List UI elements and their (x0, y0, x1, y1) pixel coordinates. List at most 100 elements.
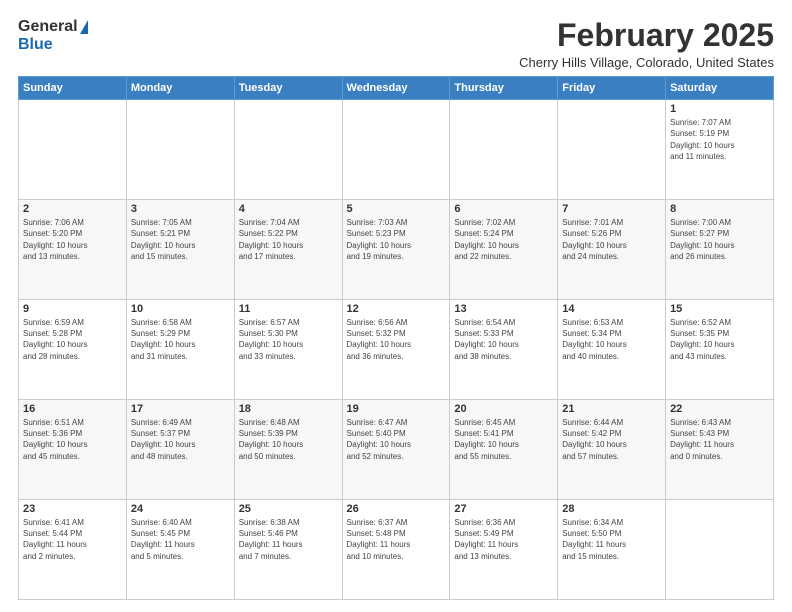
calendar-cell: 14 Sunrise: 6:53 AM Sunset: 5:34 PM Dayli… (558, 300, 666, 400)
day-info: Sunrise: 6:44 AM Sunset: 5:42 PM Dayligh… (562, 417, 661, 462)
day-number: 13 (454, 303, 553, 315)
day-info: Sunrise: 6:37 AM Sunset: 5:48 PM Dayligh… (347, 517, 446, 562)
calendar-cell: 12 Sunrise: 6:56 AM Sunset: 5:32 PM Dayli… (342, 300, 450, 400)
logo-general-text: General (18, 18, 78, 36)
day-number: 21 (562, 403, 661, 415)
day-number: 7 (562, 203, 661, 215)
calendar-cell: 24Sunrise: 6:40 AM Sunset: 5:45 PM Dayli… (126, 500, 234, 600)
day-info: Sunrise: 7:01 AM Sunset: 5:26 PM Dayligh… (562, 217, 661, 262)
day-info: Sunrise: 6:45 AM Sunset: 5:41 PM Dayligh… (454, 417, 553, 462)
calendar-cell: 4 Sunrise: 7:04 AM Sunset: 5:22 PM Daylig… (234, 200, 342, 300)
day-info: Sunrise: 7:06 AM Sunset: 5:20 PM Dayligh… (23, 217, 122, 262)
calendar-week-row: 23Sunrise: 6:41 AM Sunset: 5:44 PM Dayli… (19, 500, 774, 600)
calendar-week-row: 9 Sunrise: 6:59 AM Sunset: 5:28 PM Daylig… (19, 300, 774, 400)
day-info: Sunrise: 7:04 AM Sunset: 5:22 PM Dayligh… (239, 217, 338, 262)
weekday-header-monday: Monday (126, 77, 234, 100)
calendar-cell: 28 Sunrise: 6:34 AM Sunset: 5:50 PM Dayli… (558, 500, 666, 600)
calendar-cell: 3Sunrise: 7:05 AM Sunset: 5:21 PM Daylig… (126, 200, 234, 300)
day-number: 18 (239, 403, 338, 415)
calendar-cell: 6 Sunrise: 7:02 AM Sunset: 5:24 PM Daylig… (450, 200, 558, 300)
calendar-cell: 18Sunrise: 6:48 AM Sunset: 5:39 PM Dayli… (234, 400, 342, 500)
weekday-header-wednesday: Wednesday (342, 77, 450, 100)
header: General Blue February 2025 Cherry Hills … (18, 18, 774, 70)
page: General Blue February 2025 Cherry Hills … (0, 0, 792, 612)
calendar-cell: 26Sunrise: 6:37 AM Sunset: 5:48 PM Dayli… (342, 500, 450, 600)
day-number: 12 (347, 303, 446, 315)
day-info: Sunrise: 6:36 AM Sunset: 5:49 PM Dayligh… (454, 517, 553, 562)
day-number: 11 (239, 303, 338, 315)
day-info: Sunrise: 6:49 AM Sunset: 5:37 PM Dayligh… (131, 417, 230, 462)
logo-blue-text: Blue (18, 36, 53, 54)
calendar-cell: 15 Sunrise: 6:52 AM Sunset: 5:35 PM Dayli… (666, 300, 774, 400)
day-info: Sunrise: 6:51 AM Sunset: 5:36 PM Dayligh… (23, 417, 122, 462)
day-number: 8 (670, 203, 769, 215)
day-number: 16 (23, 403, 122, 415)
day-number: 17 (131, 403, 230, 415)
day-info: Sunrise: 6:56 AM Sunset: 5:32 PM Dayligh… (347, 317, 446, 362)
weekday-header-saturday: Saturday (666, 77, 774, 100)
calendar-cell: 21 Sunrise: 6:44 AM Sunset: 5:42 PM Dayli… (558, 400, 666, 500)
calendar-week-row: 16 Sunrise: 6:51 AM Sunset: 5:36 PM Dayli… (19, 400, 774, 500)
day-number: 14 (562, 303, 661, 315)
day-number: 5 (347, 203, 446, 215)
weekday-header-friday: Friday (558, 77, 666, 100)
weekday-header-sunday: Sunday (19, 77, 127, 100)
day-info: Sunrise: 6:59 AM Sunset: 5:28 PM Dayligh… (23, 317, 122, 362)
calendar-table: SundayMondayTuesdayWednesdayThursdayFrid… (18, 76, 774, 600)
day-number: 25 (239, 503, 338, 515)
calendar-cell: 8 Sunrise: 7:00 AM Sunset: 5:27 PM Daylig… (666, 200, 774, 300)
calendar-cell: 7 Sunrise: 7:01 AM Sunset: 5:26 PM Daylig… (558, 200, 666, 300)
calendar-cell: 9 Sunrise: 6:59 AM Sunset: 5:28 PM Daylig… (19, 300, 127, 400)
day-number: 6 (454, 203, 553, 215)
calendar-cell: 10 Sunrise: 6:58 AM Sunset: 5:29 PM Dayli… (126, 300, 234, 400)
calendar-cell: 2 Sunrise: 7:06 AM Sunset: 5:20 PM Daylig… (19, 200, 127, 300)
day-number: 10 (131, 303, 230, 315)
day-info: Sunrise: 6:52 AM Sunset: 5:35 PM Dayligh… (670, 317, 769, 362)
day-info: Sunrise: 6:47 AM Sunset: 5:40 PM Dayligh… (347, 417, 446, 462)
calendar-week-row: 1 Sunrise: 7:07 AM Sunset: 5:19 PM Daylig… (19, 100, 774, 200)
day-info: Sunrise: 6:43 AM Sunset: 5:43 PM Dayligh… (670, 417, 769, 462)
day-number: 9 (23, 303, 122, 315)
calendar-cell: 25 Sunrise: 6:38 AM Sunset: 5:46 PM Dayli… (234, 500, 342, 600)
calendar-cell (450, 100, 558, 200)
day-info: Sunrise: 7:03 AM Sunset: 5:23 PM Dayligh… (347, 217, 446, 262)
weekday-header-thursday: Thursday (450, 77, 558, 100)
calendar-cell (558, 100, 666, 200)
calendar-header-row: SundayMondayTuesdayWednesdayThursdayFrid… (19, 77, 774, 100)
calendar-cell: 22 Sunrise: 6:43 AM Sunset: 5:43 PM Dayli… (666, 400, 774, 500)
month-title: February 2025 (519, 18, 774, 53)
title-block: February 2025 Cherry Hills Village, Colo… (519, 18, 774, 70)
calendar-cell: 20 Sunrise: 6:45 AM Sunset: 5:41 PM Dayli… (450, 400, 558, 500)
calendar-week-row: 2 Sunrise: 7:06 AM Sunset: 5:20 PM Daylig… (19, 200, 774, 300)
calendar-cell: 13Sunrise: 6:54 AM Sunset: 5:33 PM Dayli… (450, 300, 558, 400)
day-number: 24 (131, 503, 230, 515)
day-info: Sunrise: 6:53 AM Sunset: 5:34 PM Dayligh… (562, 317, 661, 362)
calendar-cell: 19Sunrise: 6:47 AM Sunset: 5:40 PM Dayli… (342, 400, 450, 500)
day-number: 15 (670, 303, 769, 315)
day-info: Sunrise: 6:34 AM Sunset: 5:50 PM Dayligh… (562, 517, 661, 562)
day-number: 3 (131, 203, 230, 215)
calendar-cell (234, 100, 342, 200)
day-info: Sunrise: 6:58 AM Sunset: 5:29 PM Dayligh… (131, 317, 230, 362)
logo-triangle-icon (80, 20, 88, 34)
day-number: 2 (23, 203, 122, 215)
day-info: Sunrise: 6:38 AM Sunset: 5:46 PM Dayligh… (239, 517, 338, 562)
calendar-cell: 27 Sunrise: 6:36 AM Sunset: 5:49 PM Dayli… (450, 500, 558, 600)
day-number: 1 (670, 103, 769, 115)
calendar-cell: 11 Sunrise: 6:57 AM Sunset: 5:30 PM Dayli… (234, 300, 342, 400)
day-number: 22 (670, 403, 769, 415)
day-info: Sunrise: 6:41 AM Sunset: 5:44 PM Dayligh… (23, 517, 122, 562)
calendar-cell: 16 Sunrise: 6:51 AM Sunset: 5:36 PM Dayli… (19, 400, 127, 500)
location-title: Cherry Hills Village, Colorado, United S… (519, 55, 774, 70)
day-number: 4 (239, 203, 338, 215)
day-number: 27 (454, 503, 553, 515)
day-info: Sunrise: 6:57 AM Sunset: 5:30 PM Dayligh… (239, 317, 338, 362)
calendar-cell: 17 Sunrise: 6:49 AM Sunset: 5:37 PM Dayli… (126, 400, 234, 500)
day-number: 28 (562, 503, 661, 515)
day-info: Sunrise: 7:02 AM Sunset: 5:24 PM Dayligh… (454, 217, 553, 262)
calendar-cell: 5 Sunrise: 7:03 AM Sunset: 5:23 PM Daylig… (342, 200, 450, 300)
day-info: Sunrise: 7:00 AM Sunset: 5:27 PM Dayligh… (670, 217, 769, 262)
calendar-cell (126, 100, 234, 200)
day-number: 20 (454, 403, 553, 415)
day-info: Sunrise: 7:07 AM Sunset: 5:19 PM Dayligh… (670, 117, 769, 162)
